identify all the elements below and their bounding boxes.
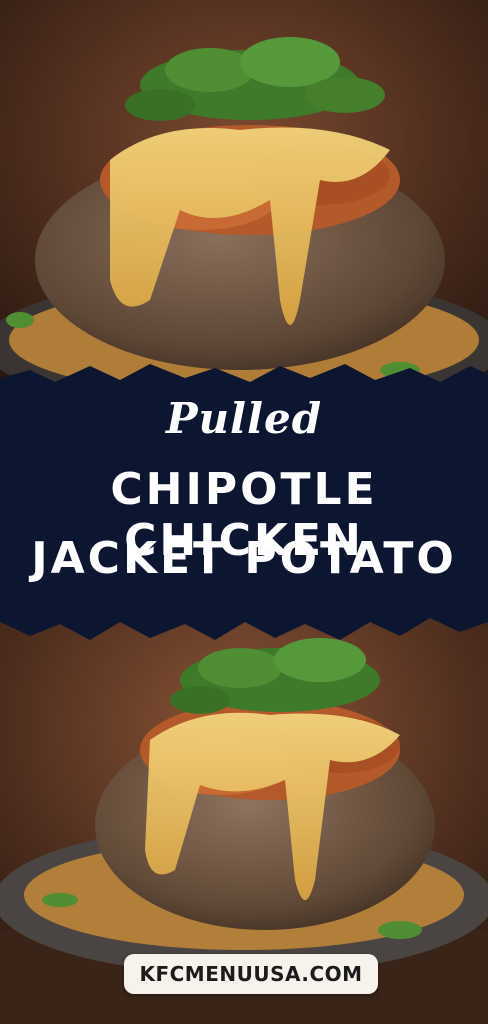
potato-photo-top xyxy=(0,0,488,400)
title-banner: Pulled CHIPOTLE CHICKEN JACKET POTATO xyxy=(0,360,488,645)
title-line-2: JACKET POTATO xyxy=(31,533,457,584)
website-badge: KFCMENUUSA.COM xyxy=(124,954,378,994)
title-script-word: Pulled xyxy=(165,394,323,443)
